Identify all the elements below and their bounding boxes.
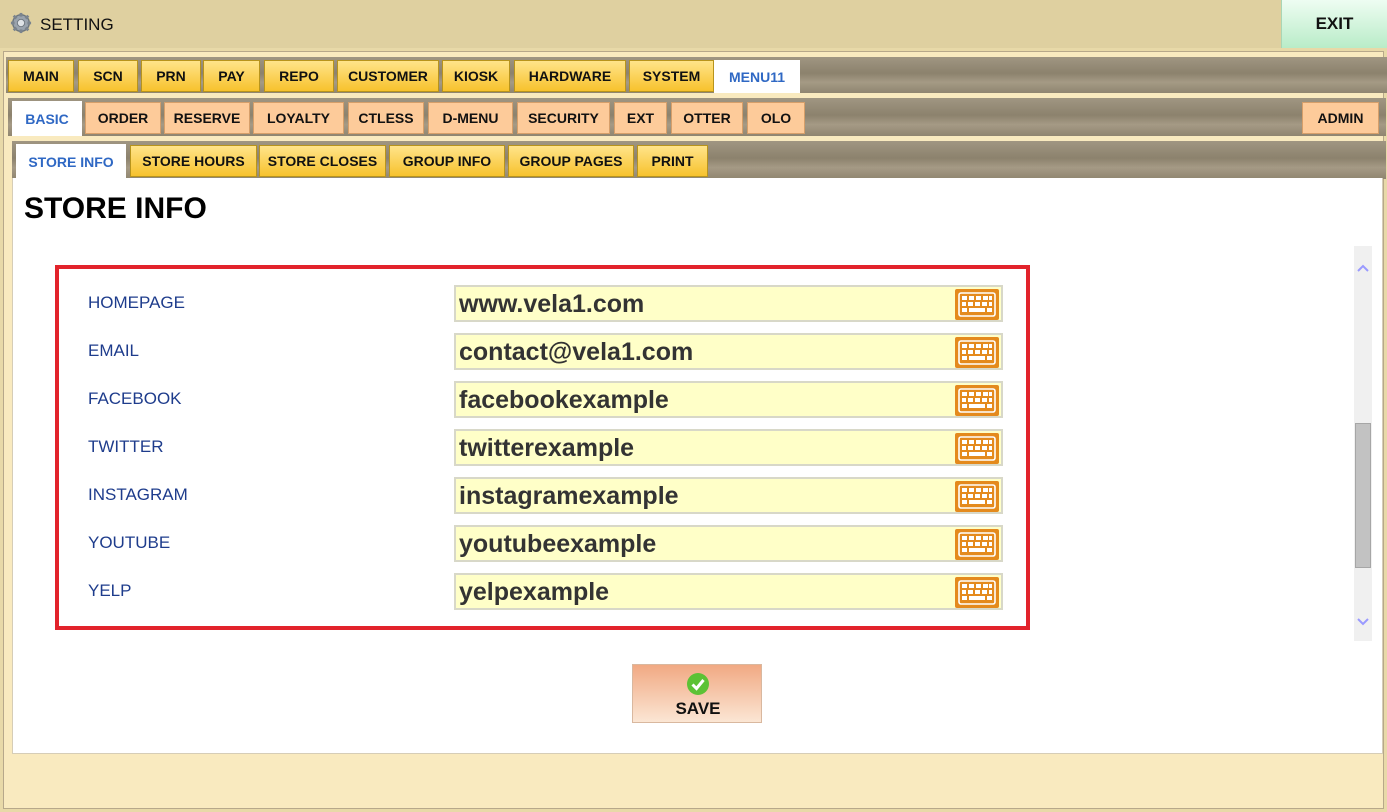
tab-store-closes[interactable]: STORE CLOSES (259, 145, 386, 177)
tab-loyalty[interactable]: LOYALTY (253, 102, 344, 134)
yelp-field[interactable]: yelpexample (454, 573, 1003, 610)
twitter-field[interactable]: twitterexample (454, 429, 1003, 466)
keyboard-icon (958, 580, 996, 605)
tab-scn[interactable]: SCN (78, 60, 138, 92)
tab-basic[interactable]: BASIC (12, 101, 82, 136)
check-icon (687, 673, 709, 695)
tab-kiosk[interactable]: KIOSK (442, 60, 510, 92)
tab-ctless[interactable]: CTLESS (348, 102, 424, 134)
keyboard-icon (958, 484, 996, 509)
instagram-field[interactable]: instagramexample (454, 477, 1003, 514)
tab-menu11[interactable]: MENU11 (714, 60, 800, 93)
yelp-label: YELP (88, 581, 132, 600)
tab-olo[interactable]: OLO (747, 102, 805, 134)
window-title: SETTING (40, 15, 114, 34)
tab-group-pages[interactable]: GROUP PAGES (508, 145, 634, 177)
twitter-value: twitterexample (459, 434, 635, 462)
sub-tab-bar: BASIC ORDER RESERVE LOYALTY CTLESS D-MEN… (8, 98, 1386, 136)
youtube-keyboard-button[interactable] (955, 529, 999, 560)
tab-pay[interactable]: PAY (203, 60, 260, 92)
keyboard-icon (958, 388, 996, 413)
instagram-label: INSTAGRAM (88, 485, 188, 504)
facebook-field[interactable]: facebookexample (454, 381, 1003, 418)
facebook-keyboard-button[interactable] (955, 385, 999, 416)
youtube-field[interactable]: youtubeexample (454, 525, 1003, 562)
keyboard-icon (958, 340, 996, 365)
save-button[interactable]: SAVE (632, 664, 762, 723)
section-tab-bar: STORE INFO STORE HOURS STORE CLOSES GROU… (12, 141, 1386, 179)
youtube-value: youtubeexample (459, 530, 657, 558)
exit-button[interactable]: EXIT (1281, 0, 1387, 48)
main-tab-bar: MAIN SCN PRN PAY REPO CUSTOMER KIOSK HAR… (6, 57, 1387, 93)
homepage-keyboard-button[interactable] (955, 289, 999, 320)
tab-d-menu[interactable]: D-MENU (428, 102, 513, 134)
scrollbar-thumb[interactable] (1355, 423, 1371, 568)
email-label: EMAIL (88, 341, 140, 360)
tab-system[interactable]: SYSTEM (629, 60, 714, 92)
title-bar: SETTING (0, 0, 1387, 48)
tab-group-info[interactable]: GROUP INFO (389, 145, 505, 177)
tab-admin[interactable]: ADMIN (1302, 102, 1379, 134)
tab-prn[interactable]: PRN (141, 60, 201, 92)
tab-store-hours[interactable]: STORE HOURS (130, 145, 257, 177)
tab-ext[interactable]: EXT (614, 102, 667, 134)
gear-icon (10, 12, 32, 34)
yelp-keyboard-button[interactable] (955, 577, 999, 608)
instagram-value: instagramexample (459, 482, 679, 510)
tab-reserve[interactable]: RESERVE (164, 102, 250, 134)
instagram-keyboard-button[interactable] (955, 481, 999, 512)
twitter-label: TWITTER (88, 437, 164, 456)
keyboard-icon (958, 532, 996, 557)
scroll-down-icon[interactable] (1354, 612, 1372, 632)
tab-customer[interactable]: CUSTOMER (337, 60, 439, 92)
homepage-value: www.vela1.com (459, 290, 645, 318)
page-title: STORE INFO (24, 192, 207, 225)
tab-print[interactable]: PRINT (637, 145, 708, 177)
homepage-field[interactable]: www.vela1.com (454, 285, 1003, 322)
tab-hardware[interactable]: HARDWARE (514, 60, 626, 92)
tab-security[interactable]: SECURITY (517, 102, 610, 134)
facebook-value: facebookexample (459, 386, 669, 414)
email-field[interactable]: contact@vela1.com (454, 333, 1003, 370)
tab-repo[interactable]: REPO (264, 60, 334, 92)
tab-order[interactable]: ORDER (85, 102, 161, 134)
email-value: contact@vela1.com (459, 338, 694, 366)
homepage-label: HOMEPAGE (88, 293, 185, 312)
save-label: SAVE (675, 699, 721, 718)
keyboard-icon (958, 436, 996, 461)
tab-main[interactable]: MAIN (8, 60, 74, 92)
scroll-up-icon[interactable] (1354, 258, 1372, 278)
tab-store-info[interactable]: STORE INFO (16, 144, 126, 179)
yelp-value: yelpexample (459, 578, 610, 606)
twitter-keyboard-button[interactable] (955, 433, 999, 464)
email-keyboard-button[interactable] (955, 337, 999, 368)
youtube-label: YOUTUBE (88, 533, 171, 552)
facebook-label: FACEBOOK (88, 389, 182, 408)
tab-otter[interactable]: OTTER (671, 102, 743, 134)
keyboard-icon (958, 292, 996, 317)
